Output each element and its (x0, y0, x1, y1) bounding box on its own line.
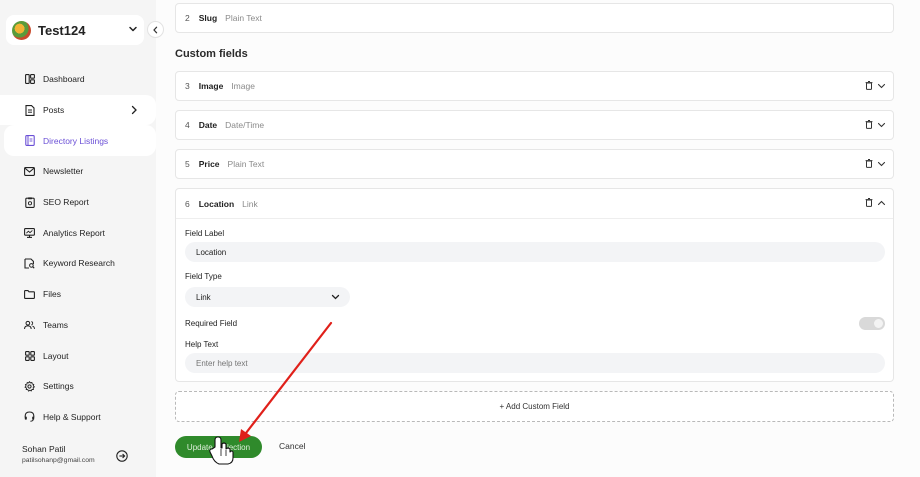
field-number: 6 (185, 198, 190, 209)
sidebar-item-teams[interactable]: Teams (0, 310, 156, 341)
field-name: Date (198, 120, 218, 130)
sidebar-item-label: Files (43, 289, 61, 300)
dashboard-icon (24, 74, 35, 85)
required-field-title: Required Field (185, 319, 238, 328)
field-type: Plain Text (227, 159, 265, 169)
chevron-right-icon (131, 105, 137, 114)
help-icon (24, 411, 35, 423)
field-name: Price (198, 159, 220, 169)
field-type: Link (242, 198, 258, 209)
update-collection-button[interactable]: Update Collection (175, 436, 262, 458)
cancel-button[interactable]: Cancel (279, 441, 305, 451)
sidebar-item-label: Layout (43, 350, 69, 361)
field-row-slug[interactable]: 2 Slug Plain Text (175, 3, 894, 33)
field-type-select[interactable]: Link (185, 287, 350, 307)
field-type: Image (231, 81, 255, 91)
sidebar-item-help-support[interactable]: Help & Support (0, 402, 156, 433)
monitor-icon (24, 227, 35, 238)
sidebar: Test124 Dashboard Posts Directory Listin… (0, 0, 156, 477)
field-type: Date/Time (225, 120, 265, 130)
workspace-name: Test124 (38, 22, 86, 38)
report-icon (24, 196, 35, 208)
posts-icon (24, 104, 35, 116)
trash-icon[interactable] (865, 198, 873, 207)
field-label-title: Field Label (185, 229, 225, 238)
chevron-down-icon[interactable] (877, 160, 886, 168)
field-row-location[interactable]: 6 Location Link (176, 189, 893, 219)
sidebar-item-label: SEO Report (43, 197, 89, 208)
sidebar-item-label: Dashboard (43, 74, 85, 85)
chevron-up-icon[interactable] (877, 199, 886, 207)
field-name: Image (198, 81, 224, 91)
help-text-title: Help Text (185, 340, 219, 349)
mail-icon (24, 166, 35, 177)
workspace-logo (12, 20, 31, 40)
sidebar-item-label: Directory Listings (43, 135, 109, 146)
field-type-title: Field Type (185, 272, 222, 281)
field-label-input[interactable]: Location (185, 242, 885, 262)
sidebar-item-keyword-research[interactable]: Keyword Research (0, 248, 156, 279)
sidebar-item-settings[interactable]: Settings (0, 371, 156, 402)
field-row-date[interactable]: 4 Date Date/Time (175, 110, 894, 140)
collapse-sidebar-button[interactable] (147, 21, 164, 38)
field-type-value: Link (196, 292, 211, 302)
chevron-down-icon[interactable] (877, 82, 886, 90)
field-name: Location (198, 198, 235, 209)
chevron-down-icon (129, 26, 137, 32)
sidebar-item-label: Posts (43, 105, 65, 116)
main-content: 2 Slug Plain Text Custom fields 3 Image … (156, 0, 920, 477)
help-text-input[interactable] (185, 353, 885, 373)
sidebar-item-seo-report[interactable]: SEO Report (0, 187, 156, 218)
chevron-left-icon (153, 26, 158, 33)
trash-icon[interactable] (865, 81, 873, 90)
sidebar-item-dashboard[interactable]: Dashboard (0, 64, 156, 95)
chevron-down-icon (331, 294, 340, 300)
required-field-toggle[interactable] (859, 317, 885, 330)
sidebar-item-layout[interactable]: Layout (0, 340, 156, 371)
add-custom-field-button[interactable]: + Add Custom Field (175, 391, 894, 422)
field-row-image[interactable]: 3 Image Image (175, 71, 894, 101)
sidebar-item-label: Analytics Report (43, 227, 105, 238)
field-number: 4 (185, 120, 190, 130)
keyword-search-icon (24, 258, 35, 269)
field-number: 3 (185, 81, 190, 91)
workspace-switcher[interactable]: Test124 (6, 15, 144, 45)
sidebar-item-files[interactable]: Files (0, 279, 156, 310)
sidebar-item-label: Teams (43, 319, 69, 330)
trash-icon[interactable] (865, 159, 873, 168)
logout-icon[interactable] (116, 449, 128, 467)
gear-icon (24, 380, 35, 392)
sidebar-item-directory-listings[interactable]: Directory Listings (4, 125, 156, 157)
field-type: Plain Text (225, 13, 262, 23)
layout-icon (24, 350, 35, 361)
section-title: Custom fields (175, 48, 248, 60)
field-panel-location: 6 Location Link Field Label Location Fie… (175, 188, 894, 382)
trash-icon[interactable] (865, 120, 873, 129)
chevron-down-icon[interactable] (877, 121, 886, 129)
field-row-price[interactable]: 5 Price Plain Text (175, 149, 894, 179)
field-number: 2 (185, 13, 190, 23)
sidebar-item-newsletter[interactable]: Newsletter (0, 156, 156, 187)
directory-icon (24, 135, 35, 147)
field-name: Slug (198, 13, 218, 23)
sidebar-item-label: Keyword Research (43, 258, 115, 269)
sidebar-item-label: Newsletter (43, 166, 84, 177)
sidebar-item-label: Settings (43, 381, 74, 392)
users-icon (24, 319, 35, 330)
field-number: 5 (185, 159, 190, 169)
folder-icon (24, 289, 35, 300)
sidebar-item-posts[interactable]: Posts (0, 94, 156, 126)
sidebar-item-label: Help & Support (43, 411, 101, 422)
sidebar-item-analytics-report[interactable]: Analytics Report (0, 217, 156, 248)
sidebar-nav: Dashboard Posts Directory Listings Newsl… (0, 64, 156, 432)
